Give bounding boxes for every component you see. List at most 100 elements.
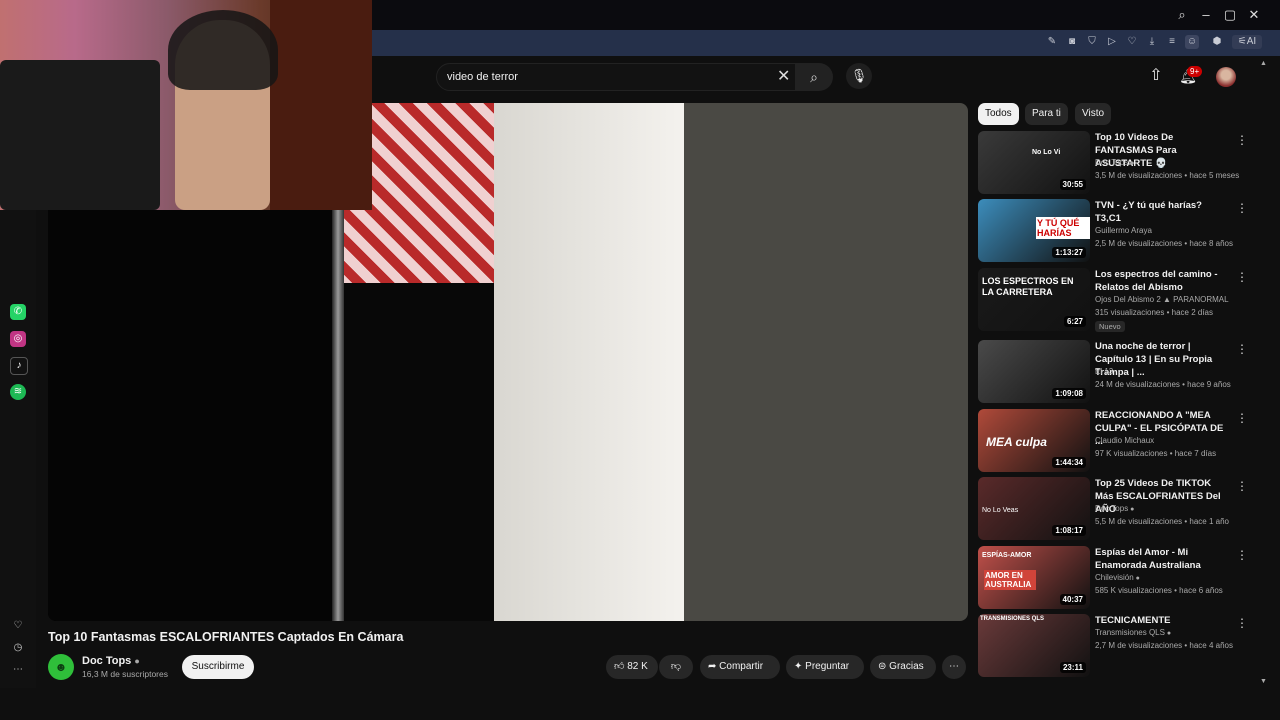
recommendation-item[interactable]: 23:11 TRANSMISIONES QLS TECNICAMENTE Transm… <box>978 614 1260 678</box>
spotify-icon[interactable]: ≋ <box>10 384 26 400</box>
video-thumbnail[interactable]: 23:11 TRANSMISIONES QLS <box>978 614 1090 677</box>
more-actions-button[interactable]: ⋯ <box>942 655 966 679</box>
recommendation-item[interactable]: 1:08:17 No Lo Veas Top 25 Videos De TIKTOK… <box>978 477 1260 541</box>
recommendation-title[interactable]: Espías del Amor - Mi Enamorada Australia… <box>1095 546 1229 572</box>
kebab-menu-icon[interactable]: ⋮ <box>1236 133 1248 147</box>
chip-all[interactable]: Todos <box>978 103 1019 125</box>
instagram-icon[interactable]: ◎ <box>10 331 26 347</box>
maximize-icon[interactable]: ▢ <box>1221 6 1239 24</box>
recommendation-channel[interactable]: Doc Tops ● <box>1095 504 1134 513</box>
recommendation-item[interactable]: 6:27 LOS ESPECTROS EN LA CARRETERA Los esp… <box>978 268 1260 332</box>
duration-badge: 1:13:27 <box>1052 247 1086 258</box>
recommendation-channel[interactable]: El 13 <box>1095 367 1113 376</box>
search-input[interactable]: video de terror <box>447 64 747 90</box>
thanks-button[interactable]: ⊜ Gracias <box>870 655 936 679</box>
webcam-hair <box>168 10 278 90</box>
video-thumbnail[interactable]: 40:37 ESPÍAS-AMOR AMOR EN AUSTRALIA <box>978 546 1090 609</box>
recommendation-item[interactable]: 1:13:27 Y TÚ QUÉ HARÍAS TVN - ¿Y tú qué ha… <box>978 199 1260 263</box>
video-thumbnail[interactable]: 1:09:08 <box>978 340 1090 403</box>
recommendation-item[interactable]: 1:09:08 Una noche de terror | Capítulo 13… <box>978 340 1260 404</box>
ai-button[interactable]: ⚟AI <box>1232 35 1262 49</box>
duration-badge: 1:08:17 <box>1052 525 1086 536</box>
kebab-menu-icon[interactable]: ⋮ <box>1236 201 1248 215</box>
recommendation-channel[interactable]: Doc Tops ● <box>1095 158 1134 167</box>
recommendation-channel[interactable]: Ojos Del Abismo 2 ▲ PARANORMAL <box>1095 295 1229 304</box>
recommendation-title[interactable]: TECNICAMENTE <box>1095 614 1229 627</box>
video-thumbnail[interactable]: 1:44:34 MEA culpa <box>978 409 1090 472</box>
recommendation-channel[interactable]: Claudio Michaux <box>1095 436 1154 445</box>
video-thumbnail[interactable]: 1:08:17 No Lo Veas <box>978 477 1090 540</box>
search-button[interactable]: ⌕ <box>795 63 833 91</box>
heart-icon[interactable]: ♡ <box>1125 35 1139 49</box>
kebab-menu-icon[interactable]: ⋮ <box>1236 479 1248 493</box>
chip-watched[interactable]: Visto <box>1075 103 1112 125</box>
download-icon[interactable]: ⤓ <box>1145 35 1159 49</box>
recommendation-channel[interactable]: Guillermo Araya <box>1095 226 1152 235</box>
mic-button[interactable]: 🎙︎ <box>846 63 872 89</box>
share-button[interactable]: ➦ Compartir <box>700 655 780 679</box>
close-icon[interactable]: ✕ <box>1245 6 1263 24</box>
recommendation-item[interactable]: 1:44:34 MEA culpa REACCIONANDO A "MEA CULP… <box>978 409 1260 473</box>
upload-icon[interactable]: ⇧ <box>1146 66 1166 86</box>
webcam-bed <box>0 60 160 210</box>
shield-icon[interactable]: ⛉ <box>1085 35 1099 49</box>
camera-icon[interactable]: ◙ <box>1065 35 1079 49</box>
scroll-down-icon[interactable]: ▼ <box>1260 678 1267 685</box>
recommendation-title[interactable]: Los espectros del camino - Relatos del A… <box>1095 268 1229 294</box>
kebab-menu-icon[interactable]: ⋮ <box>1236 548 1248 562</box>
kebab-menu-icon[interactable]: ⋮ <box>1236 342 1248 356</box>
thumbnail-text: TRANSMISIONES QLS <box>980 616 1045 622</box>
webcam-door <box>270 0 372 210</box>
verified-icon: ● <box>1164 630 1172 637</box>
scrollbar[interactable]: ▲ ▼ <box>1260 60 1267 685</box>
search-icon[interactable]: ⌕ <box>1173 6 1191 24</box>
thumbnail-text: No Lo Vi <box>1032 149 1061 156</box>
channel-name[interactable]: Doc Tops ● <box>82 655 140 667</box>
minimize-icon[interactable]: – <box>1197 6 1215 24</box>
whatsapp-icon[interactable]: ✆ <box>10 304 26 320</box>
subscribe-button[interactable]: Suscribirme <box>182 655 254 679</box>
thumbnail-text: MEA culpa <box>986 435 1047 449</box>
duration-badge: 6:27 <box>1063 316 1086 327</box>
video-title: Top 10 Fantasmas ESCALOFRIANTES Captados… <box>48 630 404 644</box>
thumbnail-text: LOS ESPECTROS EN LA CARRETERA <box>982 276 1074 297</box>
search-box[interactable]: video de terror ✕ <box>436 63 796 91</box>
recommendation-title[interactable]: Una noche de terror | Capítulo 13 | En s… <box>1095 340 1229 379</box>
share-icon: ➦ <box>708 661 717 672</box>
edit-icon[interactable]: ✎ <box>1045 35 1059 49</box>
clear-icon[interactable]: ✕ <box>777 64 790 90</box>
like-count: 82 K <box>627 661 648 672</box>
avatar[interactable] <box>1216 67 1236 87</box>
recommendation-title[interactable]: TVN - ¿Y tú qué harías? T3,C1 <box>1095 199 1229 225</box>
history-icon[interactable]: ◷ <box>10 640 26 656</box>
thumbnail-text: AMOR EN AUSTRALIA <box>984 570 1036 590</box>
like-button[interactable]: 👍︎ 82 K <box>606 655 658 679</box>
profile-icon[interactable]: ☺ <box>1185 35 1199 49</box>
recommendation-item[interactable]: 30:55 No Lo Vi Top 10 Videos De FANTASMAS … <box>978 131 1260 195</box>
recommendation-meta: 585 K visualizaciones • hace 6 años <box>1095 586 1223 595</box>
tiktok-icon[interactable]: ♪ <box>10 357 28 375</box>
kebab-menu-icon[interactable]: ⋮ <box>1236 411 1248 425</box>
recommendation-meta: 3,5 M de visualizaciones • hace 5 meses <box>1095 171 1240 180</box>
heart-icon[interactable]: ♡ <box>10 618 26 634</box>
scroll-up-icon[interactable]: ▲ <box>1260 60 1267 67</box>
kebab-menu-icon[interactable]: ⋮ <box>1236 616 1248 630</box>
dislike-button[interactable]: 👎︎ <box>659 655 693 679</box>
channel-text: El 13 <box>1095 367 1114 376</box>
video-thumbnail[interactable]: 30:55 No Lo Vi <box>978 131 1090 194</box>
extension-icon[interactable]: ⬢ <box>1210 35 1224 49</box>
ask-button[interactable]: ✦ Preguntar <box>786 655 864 679</box>
recommendation-channel[interactable]: Transmisiones QLS ● <box>1095 628 1171 637</box>
recommendation-item[interactable]: 40:37 ESPÍAS-AMOR AMOR EN AUSTRALIA Espías … <box>978 546 1260 610</box>
recommendation-channel[interactable]: Chilevisión ● <box>1095 573 1140 582</box>
chip-for-you[interactable]: Para ti <box>1025 103 1068 125</box>
browser-toolbar <box>372 30 1280 56</box>
channel-text: Transmisiones QLS <box>1095 628 1165 637</box>
channel-avatar[interactable]: ☻ <box>48 654 74 680</box>
video-thumbnail[interactable]: 6:27 LOS ESPECTROS EN LA CARRETERA <box>978 268 1090 331</box>
menu-icon[interactable]: ≡ <box>1165 35 1179 49</box>
play-icon[interactable]: ▷ <box>1105 35 1119 49</box>
more-icon[interactable]: ⋯ <box>10 662 26 678</box>
kebab-menu-icon[interactable]: ⋮ <box>1236 270 1248 284</box>
video-thumbnail[interactable]: 1:13:27 Y TÚ QUÉ HARÍAS <box>978 199 1090 262</box>
